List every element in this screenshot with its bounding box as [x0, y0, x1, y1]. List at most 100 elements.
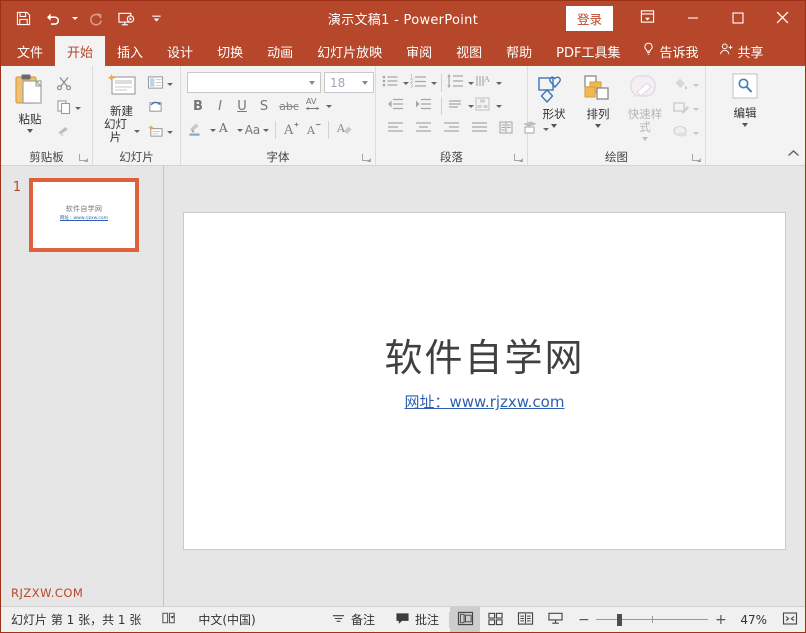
zoom-out-button[interactable]: − [578, 612, 589, 628]
maximize-button[interactable] [715, 1, 760, 36]
arrange-dropdown-arrow[interactable] [595, 124, 601, 128]
accessibility-check-button[interactable] [151, 607, 188, 632]
shape-fill-button[interactable] [670, 74, 701, 97]
reading-view-button[interactable] [510, 607, 540, 632]
tab-slideshow[interactable]: 幻灯片放映 [305, 36, 394, 66]
editing-button[interactable]: 编辑 [722, 71, 768, 129]
shape-outline-dropdown-arrow[interactable] [693, 108, 699, 111]
zoom-slider[interactable] [596, 613, 708, 626]
slide-link-text[interactable]: 网址：www.rjzxw.com [184, 391, 785, 412]
text-direction-dropdown-arrow[interactable] [496, 82, 502, 85]
align-left-button[interactable] [381, 118, 409, 140]
slide-title-text[interactable]: 软件自学网 [184, 327, 785, 382]
font-name-dropdown-arrow[interactable] [305, 81, 318, 85]
tab-home[interactable]: 开始 [55, 36, 105, 66]
section-button[interactable] [145, 121, 175, 144]
smartart-dropdown-arrow[interactable] [496, 105, 502, 108]
font-size-dropdown-arrow[interactable] [358, 81, 371, 85]
tab-file[interactable]: 文件 [5, 36, 55, 66]
reset-button[interactable] [145, 97, 175, 120]
text-direction-button[interactable]: A [474, 72, 502, 94]
save-button[interactable] [9, 5, 37, 33]
numbering-button[interactable]: 123 [409, 72, 437, 94]
numbering-dropdown-arrow[interactable] [431, 82, 437, 85]
align-center-button[interactable] [409, 118, 437, 140]
undo-dropdown-arrow[interactable] [69, 17, 80, 20]
fit-to-window-button[interactable] [775, 607, 805, 632]
bold-button[interactable]: B [187, 95, 209, 117]
decrease-font-size-button[interactable]: A [302, 119, 324, 141]
layout-dropdown-arrow[interactable] [167, 83, 173, 86]
quick-styles-button[interactable]: 快速样式 [620, 72, 670, 143]
font-name-combobox[interactable] [187, 72, 321, 93]
customize-quick-access-toolbar-button[interactable] [142, 5, 170, 33]
quick-styles-dropdown-arrow[interactable] [642, 137, 648, 141]
tab-design[interactable]: 设计 [155, 36, 205, 66]
tab-review[interactable]: 审阅 [394, 36, 444, 66]
character-spacing-button[interactable]: AV [303, 95, 331, 117]
zoom-percent-label[interactable]: 47% [733, 613, 767, 627]
paste-dropdown-arrow[interactable] [27, 129, 33, 133]
text-highlight-color-button[interactable] [187, 119, 215, 141]
columns-button[interactable] [493, 118, 521, 140]
new-slide-dropdown-arrow[interactable] [134, 130, 140, 133]
change-case-button[interactable]: Aa [243, 119, 271, 141]
close-button[interactable] [760, 1, 805, 36]
start-from-beginning-button[interactable] [112, 5, 140, 33]
undo-button[interactable] [39, 5, 67, 33]
drawing-dialog-launcher[interactable] [692, 153, 701, 162]
underline-button[interactable]: U [231, 95, 253, 117]
slide-thumbnail-1[interactable]: 软件自学网 网址：www.rjzxw.com [29, 178, 139, 252]
font-size-combobox[interactable]: 18 [324, 72, 374, 93]
copy-dropdown-arrow[interactable] [75, 107, 81, 110]
italic-button[interactable]: I [209, 95, 231, 117]
align-right-button[interactable] [437, 118, 465, 140]
cut-button[interactable] [54, 73, 83, 96]
text-shadow-button[interactable]: S [253, 95, 275, 117]
normal-view-button[interactable] [450, 607, 480, 632]
font-color-dropdown-arrow[interactable] [237, 129, 243, 132]
minimize-button[interactable] [670, 1, 715, 36]
zoom-slider-handle[interactable] [617, 614, 622, 626]
redo-button[interactable] [82, 5, 110, 33]
increase-indent-button[interactable] [409, 95, 437, 117]
decrease-indent-button[interactable] [381, 95, 409, 117]
share-button[interactable]: 共享 [709, 36, 774, 66]
slide-sorter-view-button[interactable] [480, 607, 510, 632]
justify-button[interactable] [465, 118, 493, 140]
font-dialog-launcher[interactable] [362, 153, 371, 162]
shape-fill-dropdown-arrow[interactable] [693, 84, 699, 87]
layout-button[interactable] [145, 73, 175, 96]
change-case-dropdown-arrow[interactable] [263, 129, 269, 132]
tell-me-button[interactable]: 告诉我 [632, 36, 708, 66]
ribbon-display-options-button[interactable] [625, 1, 670, 36]
increase-font-size-button[interactable]: A [280, 119, 302, 141]
clear-formatting-button[interactable]: A [333, 119, 355, 141]
notes-button[interactable]: 备注 [321, 607, 385, 632]
tab-insert[interactable]: 插入 [105, 36, 155, 66]
slideshow-view-button[interactable] [540, 607, 570, 632]
shape-effects-dropdown-arrow[interactable] [693, 132, 699, 135]
zoom-in-button[interactable]: + [715, 612, 726, 628]
slide-canvas[interactable]: 软件自学网 网址：www.rjzxw.com [183, 212, 786, 550]
align-text-button[interactable] [446, 95, 474, 117]
paste-button[interactable]: 粘贴 [6, 71, 54, 135]
collapse-ribbon-button[interactable] [785, 146, 801, 162]
comments-button[interactable]: 批注 [385, 607, 449, 632]
tab-animations[interactable]: 动画 [255, 36, 305, 66]
tab-transitions[interactable]: 切换 [205, 36, 255, 66]
clipboard-dialog-launcher[interactable] [79, 153, 88, 162]
shape-effects-button[interactable] [670, 122, 701, 145]
section-dropdown-arrow[interactable] [167, 131, 173, 134]
new-slide-button[interactable]: 新建 幻灯片 [98, 71, 145, 146]
character-spacing-dropdown-arrow[interactable] [326, 105, 332, 108]
paragraph-dialog-launcher[interactable] [514, 153, 523, 162]
shapes-dropdown-arrow[interactable] [551, 124, 557, 128]
font-color-button[interactable]: A [215, 119, 243, 141]
strikethrough-button[interactable]: abc [275, 95, 303, 117]
language-status[interactable]: 中文(中国) [188, 607, 265, 632]
line-spacing-button[interactable] [446, 72, 474, 94]
format-painter-button[interactable] [54, 121, 83, 144]
tab-help[interactable]: 帮助 [494, 36, 544, 66]
shape-outline-button[interactable] [670, 98, 701, 121]
